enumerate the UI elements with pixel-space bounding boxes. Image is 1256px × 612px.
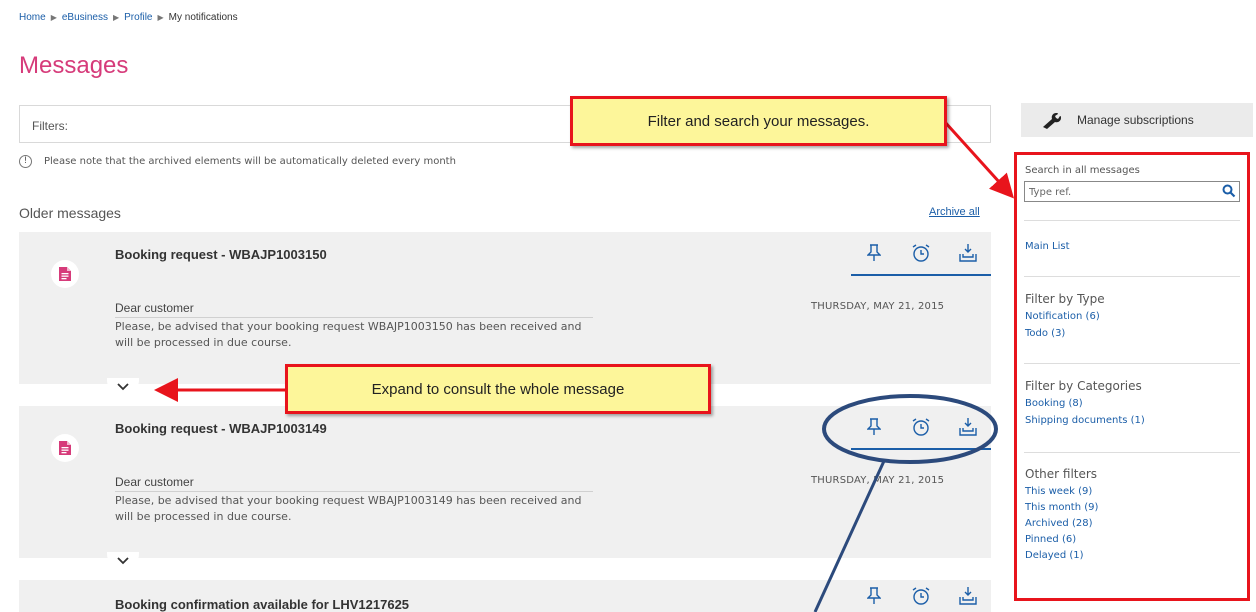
expand-button[interactable] [107,552,139,570]
breadcrumb-current: My notifications [168,12,238,23]
breadcrumb-ebusiness[interactable]: eBusiness [62,12,108,23]
archive-button[interactable] [944,406,992,449]
search-icon [1222,184,1236,198]
message-greeting: Dear customer [115,475,593,492]
archive-button[interactable] [944,580,991,612]
wrench-icon [1043,113,1061,129]
info-icon: ! [19,155,32,168]
filter-sidebar: Search in all messages Main List Filter … [1014,152,1250,601]
delay-button[interactable] [897,406,945,449]
breadcrumb-profile[interactable]: Profile [124,12,152,23]
search-input[interactable] [1025,183,1215,202]
message-card[interactable]: Booking request - WBAJP1003150 Dear cust… [19,232,992,396]
alarm-clock-icon [912,244,930,262]
filter-type-notification[interactable]: Notification (6) [1025,311,1100,322]
message-subject[interactable]: Booking request - WBAJP1003149 [115,421,327,436]
divider [1024,276,1240,277]
filter-this-week[interactable]: This week (9) [1025,486,1092,497]
message-card[interactable]: Booking confirmation available for LHV12… [19,580,991,612]
message-subject[interactable]: Booking confirmation available for LHV12… [115,597,409,612]
breadcrumb-home[interactable]: Home [19,12,46,23]
search-button[interactable] [1222,184,1236,203]
pin-button[interactable] [851,580,898,612]
page-title: Messages [19,52,129,79]
filter-pinned[interactable]: Pinned (6) [1025,534,1076,545]
archive-note-text: Please note that the archived elements w… [44,156,456,167]
expand-callout: Expand to consult the whole message [285,364,711,414]
chevron-down-icon [117,557,129,565]
document-icon [51,260,79,288]
chevron-down-icon [117,383,129,391]
pin-button[interactable] [851,232,898,275]
message-date: THURSDAY, MAY 21, 2015 [811,301,945,312]
breadcrumb: Home ▶ eBusiness ▶ Profile ▶ My notifica… [19,12,238,23]
pin-button[interactable] [851,406,898,449]
message-body: Please, be advised that your booking req… [115,320,582,349]
filter-by-type-heading: Filter by Type [1025,292,1105,306]
expand-button[interactable] [107,378,139,396]
older-messages-heading: Older messages [19,205,121,221]
message-card[interactable]: Booking request - WBAJP1003149 Dear cust… [19,406,992,570]
filter-this-month[interactable]: This month (9) [1025,502,1098,513]
message-actions [851,232,992,276]
pin-icon [867,418,882,435]
delay-button[interactable] [897,232,945,275]
message-greeting: Dear customer [115,301,593,318]
message-actions [851,406,992,450]
filters-label: Filters: [32,119,68,133]
manage-subscriptions-label: Manage subscriptions [1077,113,1194,127]
archive-tray-icon [958,587,977,605]
filter-category-shipping-documents[interactable]: Shipping documents (1) [1025,415,1145,426]
archive-tray-icon [958,418,977,436]
delay-button[interactable] [898,580,945,612]
alarm-clock-icon [912,587,930,605]
message-date: THURSDAY, MAY 21, 2015 [811,475,945,486]
filter-callout: Filter and search your messages. [570,96,947,146]
archive-button[interactable] [944,232,992,275]
archive-all-link[interactable]: Archive all [929,206,980,218]
filter-type-todo[interactable]: Todo (3) [1025,328,1065,339]
other-filters-heading: Other filters [1025,467,1098,481]
filter-delayed[interactable]: Delayed (1) [1025,550,1084,561]
filter-category-booking[interactable]: Booking (8) [1025,398,1083,409]
message-subject[interactable]: Booking request - WBAJP1003150 [115,247,327,262]
search-label: Search in all messages [1025,165,1140,176]
message-body: Please, be advised that your booking req… [115,494,582,523]
divider [1024,363,1240,364]
document-icon [51,434,79,462]
divider [1024,220,1240,221]
archive-note: ! Please note that the archived elements… [19,155,456,168]
divider [1024,452,1240,453]
pin-icon [867,587,882,604]
message-actions [851,580,991,612]
breadcrumb-separator-icon: ▶ [157,13,164,22]
breadcrumb-separator-icon: ▶ [50,13,57,22]
search-box [1024,181,1240,202]
alarm-clock-icon [912,418,930,436]
pin-icon [867,244,882,261]
filter-archived[interactable]: Archived (28) [1025,518,1092,529]
breadcrumb-separator-icon: ▶ [112,13,120,22]
manage-subscriptions-button[interactable]: Manage subscriptions [1021,103,1253,137]
archive-tray-icon [958,244,977,262]
main-list-link[interactable]: Main List [1025,241,1070,252]
filter-by-categories-heading: Filter by Categories [1025,379,1142,393]
